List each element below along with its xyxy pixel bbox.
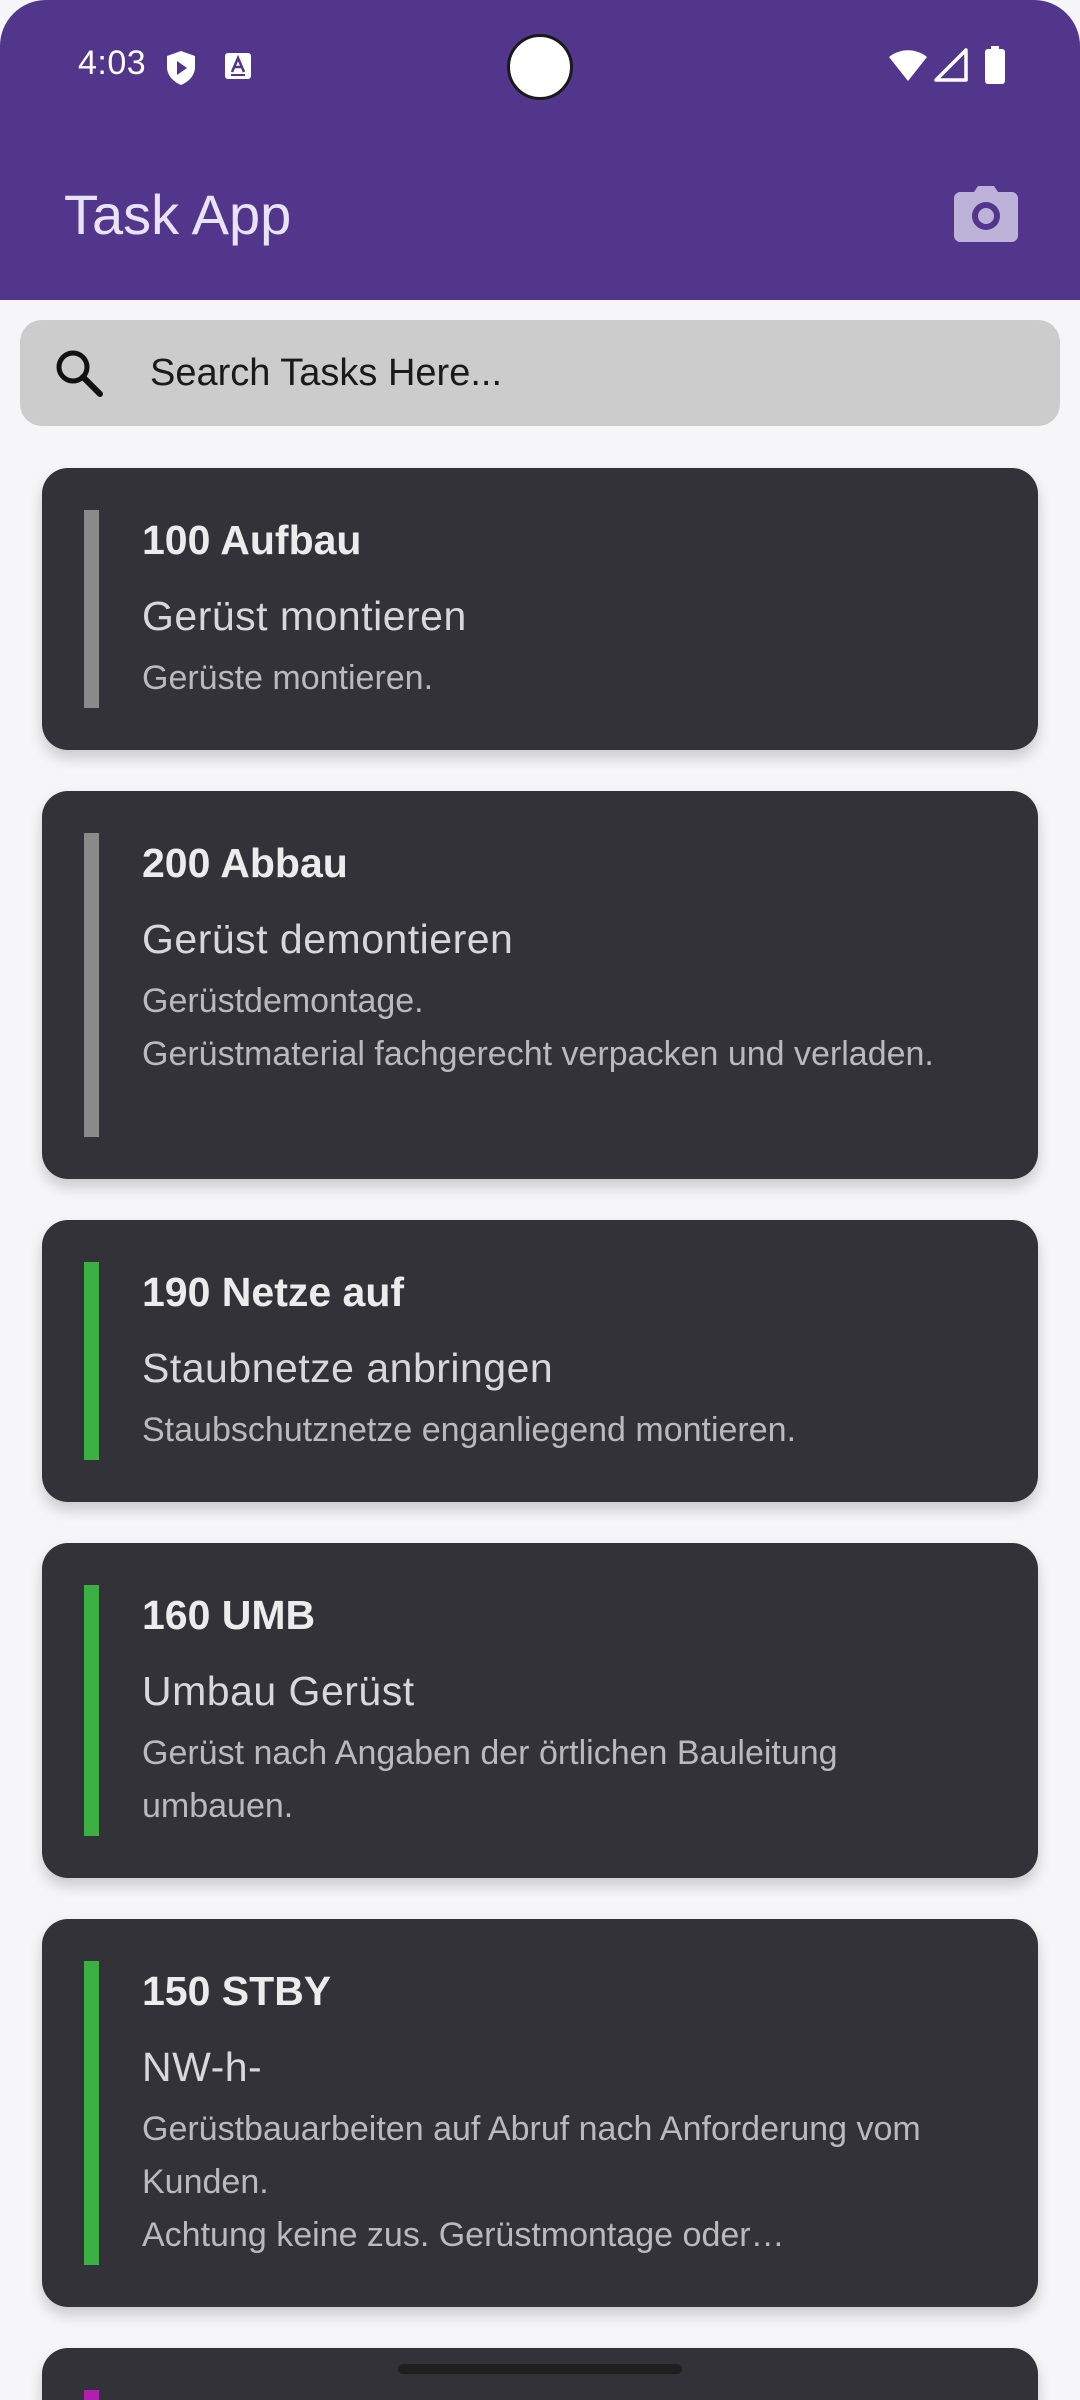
task-description: Staubschutznetze enganliegend montieren.: [142, 1411, 797, 1449]
search-bar[interactable]: [20, 320, 1060, 426]
task-status-bar: [84, 2390, 99, 2400]
text-input-icon: [225, 53, 251, 79]
task-description: Gerüst nach Angaben der örtlichen Baulei…: [142, 1734, 838, 1825]
app-title: Task App: [64, 183, 292, 246]
task-card[interactable]: [42, 2348, 1038, 2400]
task-card[interactable]: 160 UMB Umbau Gerüst Gerüst nach Angaben…: [42, 1543, 1038, 1878]
task-description: Gerüstbauarbeiten auf Abruf nach Anforde…: [142, 2110, 921, 2254]
cellular-signal-icon: [934, 48, 968, 82]
task-title: 190 Netze auf: [142, 1269, 405, 1315]
task-subtitle: Staubnetze anbringen: [142, 1345, 554, 1391]
task-subtitle: Gerüst montieren: [142, 593, 467, 639]
task-title: 200 Abbau: [142, 840, 348, 886]
task-app-screen: 4:03 Task App Search Tasks Here... 100 A…: [0, 0, 1080, 2400]
task-status-bar: [84, 510, 99, 708]
task-card[interactable]: 100 Aufbau Gerüst montieren Gerüste mont…: [42, 468, 1038, 750]
task-card[interactable]: 150 STBY NW-h- Gerüstbauarbeiten auf Abr…: [42, 1919, 1038, 2307]
task-status-bar: [84, 833, 99, 1137]
task-card[interactable]: 200 Abbau Gerüst demontieren Gerüstdemon…: [42, 791, 1038, 1179]
status-time: 4:03: [78, 44, 147, 82]
search-icon: [56, 350, 103, 397]
task-title: 150 STBY: [142, 1968, 332, 2014]
task-status-bar: [84, 1585, 99, 1836]
app-header: 4:03 Task App: [0, 0, 1080, 300]
shield-icon: [167, 51, 195, 85]
task-subtitle: NW-h-: [142, 2044, 263, 2090]
task-card[interactable]: 190 Netze auf Staubnetze anbringen Staub…: [42, 1220, 1038, 1502]
task-title: 160 UMB: [142, 1592, 316, 1638]
camera-icon[interactable]: [954, 186, 1018, 242]
task-subtitle: Gerüst demontieren: [142, 916, 514, 962]
battery-icon: [985, 46, 1005, 84]
task-status-bar: [84, 1262, 99, 1460]
task-description: Gerüste montieren.: [142, 659, 434, 697]
camera-cutout: [507, 34, 573, 100]
home-indicator[interactable]: [398, 2364, 682, 2374]
task-title: 100 Aufbau: [142, 517, 362, 563]
task-description: Gerüstdemontage. Gerüstmaterial fachgere…: [142, 982, 934, 1073]
task-subtitle: Umbau Gerüst: [142, 1668, 415, 1714]
status-bar: 4:03: [0, 0, 1080, 130]
task-status-bar: [84, 1961, 99, 2265]
wifi-icon: [889, 50, 927, 81]
search-input[interactable]: [150, 342, 1030, 404]
